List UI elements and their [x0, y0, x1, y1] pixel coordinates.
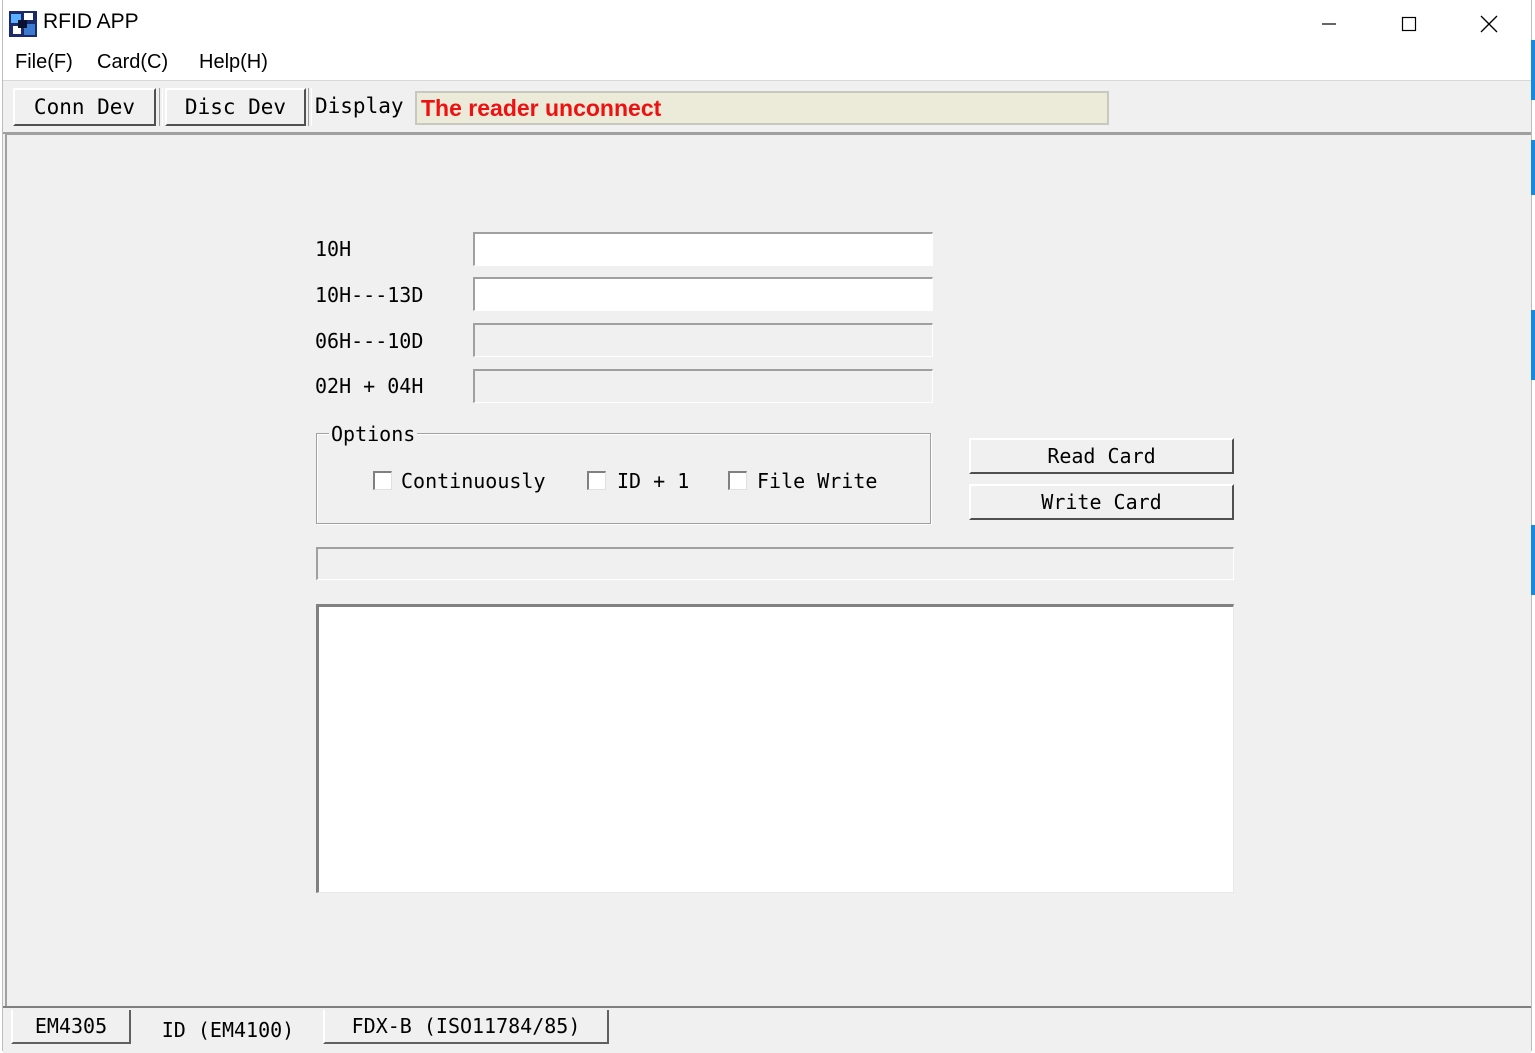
app-window: RFID APP File(F) Card(C) Help(H) Conn De… [2, 0, 1532, 1053]
display-label: Display [315, 94, 404, 118]
field-label-06h-10d: 06H---10D [315, 329, 424, 353]
toolbar: Conn Dev Disc Dev Display The reader unc… [3, 82, 1531, 134]
background-accent [1531, 525, 1535, 595]
continuously-checkbox[interactable] [373, 471, 392, 490]
field-10h-input[interactable] [473, 232, 933, 266]
background-accent [1531, 40, 1535, 100]
maximize-button[interactable] [1369, 0, 1449, 48]
reader-status-display: The reader unconnect [415, 91, 1109, 125]
tab-id-em4100[interactable]: ID (EM4100) [133, 1010, 323, 1050]
minimize-button[interactable] [1289, 0, 1369, 48]
tab-fdx-b[interactable]: FDX-B (ISO11784/85) [323, 1010, 609, 1044]
id-plus-one-label[interactable]: ID + 1 [617, 469, 689, 493]
progress-bar [316, 547, 1234, 580]
field-label-02h-04h: 02H + 04H [315, 374, 424, 398]
read-card-button[interactable]: Read Card [969, 438, 1234, 474]
disconnect-device-button[interactable]: Disc Dev [165, 88, 306, 126]
field-02h-04h-input[interactable] [473, 369, 933, 403]
write-card-button[interactable]: Write Card [969, 484, 1234, 520]
background-accent [1531, 140, 1535, 195]
field-label-10h: 10H [315, 237, 352, 261]
field-06h-10d-input[interactable] [473, 323, 933, 357]
close-icon [1480, 15, 1498, 33]
toolbar-separator [308, 88, 312, 126]
close-button[interactable] [1449, 0, 1529, 48]
file-write-checkbox[interactable] [728, 471, 747, 490]
rfid-app-icon [9, 11, 37, 37]
window-title: RFID APP [43, 10, 139, 33]
menu-bar: File(F) Card(C) Help(H) [3, 48, 1531, 81]
log-output[interactable] [316, 604, 1234, 893]
maximize-icon [1401, 16, 1417, 32]
id-plus-one-checkbox[interactable] [587, 471, 606, 490]
continuously-label[interactable]: Continuously [401, 469, 546, 493]
file-write-label[interactable]: File Write [757, 469, 877, 493]
menu-file[interactable]: File(F) [15, 51, 73, 74]
minimize-icon [1322, 23, 1336, 25]
connect-device-button[interactable]: Conn Dev [13, 88, 156, 126]
options-title: Options [329, 422, 418, 446]
field-label-10h-13d: 10H---13D [315, 283, 424, 307]
menu-card[interactable]: Card(C) [97, 51, 168, 74]
card-type-tabs: EM4305 ID (EM4100) FDX-B (ISO11784/85) [3, 1006, 1531, 1053]
toolbar-separator [159, 88, 163, 126]
tab-em4305[interactable]: EM4305 [11, 1010, 131, 1044]
title-bar: RFID APP [3, 0, 1531, 48]
menu-help[interactable]: Help(H) [199, 51, 268, 74]
field-10h-13d-input[interactable] [473, 277, 933, 311]
background-accent [1531, 310, 1535, 380]
